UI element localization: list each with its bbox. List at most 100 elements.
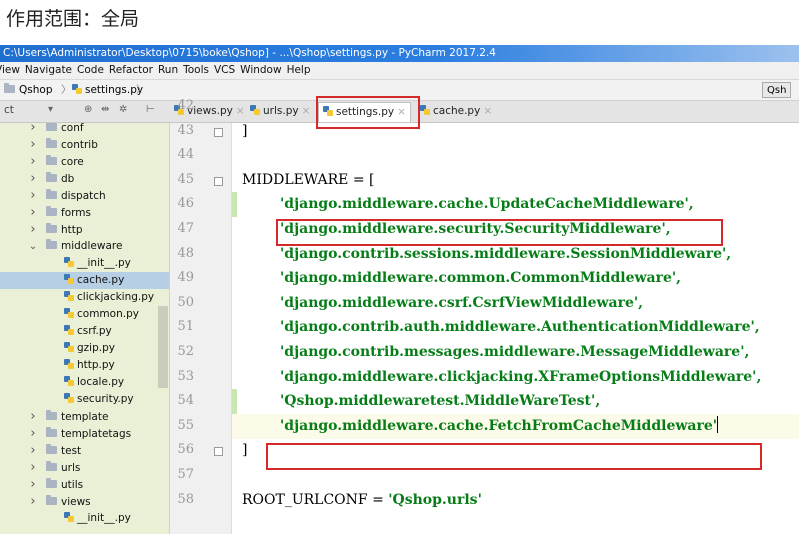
code-line[interactable]: 'django.middleware.security.SecurityMidd… — [280, 217, 671, 242]
menu-item-vcs[interactable]: VCS — [214, 62, 235, 79]
tab-settings[interactable]: settings.py × — [318, 102, 411, 122]
tab-urls[interactable]: urls.py × — [246, 102, 314, 122]
python-file-icon — [72, 84, 82, 94]
breadcrumb-project[interactable]: Qshop — [4, 80, 52, 100]
tree-folder-middleware[interactable]: ⌄ middleware — [0, 238, 169, 255]
chevron-right-icon[interactable]: › — [28, 136, 38, 153]
code-string: 'django.middleware.common.CommonMiddlewa… — [280, 270, 682, 287]
menu-item-window[interactable]: Window — [240, 62, 281, 79]
tree-folder-contrib[interactable]: › contrib — [0, 136, 169, 153]
gear-icon[interactable]: ✲ — [119, 104, 127, 115]
code-text: ] — [242, 123, 248, 139]
chevron-right-icon[interactable]: › — [28, 459, 38, 476]
menu-item-tools[interactable]: Tools — [183, 62, 209, 79]
chevron-right-icon[interactable]: › — [28, 476, 38, 493]
tree-folder-templatetags[interactable]: › templatetags — [0, 425, 169, 442]
code-line[interactable]: 'django.middleware.clickjacking.XFrameOp… — [280, 365, 761, 390]
tree-file[interactable]: common.py — [0, 306, 169, 323]
tree-item-label: http — [61, 224, 83, 236]
tree-item-label: db — [61, 173, 75, 185]
menu-item-view[interactable]: View — [0, 62, 20, 79]
fold-marker-icon[interactable] — [214, 127, 223, 137]
tree-folder-views[interactable]: › views — [0, 493, 169, 510]
code-editor[interactable]: 'djcelery',]MIDDLEWARE = ['django.middle… — [232, 123, 799, 534]
tree-file[interactable]: security.py — [0, 391, 169, 408]
chevron-right-icon[interactable]: › — [28, 170, 38, 187]
tree-item-label: middleware — [61, 240, 123, 252]
breadcrumb-file[interactable]: settings.py — [72, 80, 143, 100]
tree-folder-conf[interactable]: › conf — [0, 123, 169, 136]
tree-item-label: __init__.py — [77, 257, 131, 269]
code-line[interactable]: ] — [242, 123, 247, 144]
code-line[interactable]: 'django.middleware.csrf.CsrfViewMiddlewa… — [280, 291, 643, 316]
tree-file[interactable]: clickjacking.py — [0, 289, 169, 306]
folder-icon — [46, 495, 57, 505]
tree-file[interactable]: cache.py — [0, 272, 169, 289]
menu-item-help[interactable]: Help — [287, 62, 311, 79]
tree-folder-template[interactable]: › template — [0, 408, 169, 425]
tree-folder-http[interactable]: › http — [0, 221, 169, 238]
python-file-icon — [64, 257, 74, 267]
chevron-right-icon[interactable]: › — [28, 493, 38, 510]
menu-item-navigate[interactable]: Navigate — [25, 62, 72, 79]
chevron-down-icon[interactable]: ⌄ — [28, 238, 38, 255]
chevron-right-icon[interactable]: › — [28, 123, 38, 136]
python-file-icon — [64, 359, 74, 369]
navigation-bar: Qshop 〉 settings.py 〉 Qsh — [0, 79, 799, 101]
collapse-icon[interactable]: ⇹ — [101, 104, 109, 115]
project-run-button[interactable]: Qsh — [762, 82, 792, 98]
tree-file[interactable]: csrf.py — [0, 323, 169, 340]
tree-folder-urls[interactable]: › urls — [0, 459, 169, 476]
menu-item-refactor[interactable]: Refactor — [109, 62, 153, 79]
tree-folder-core[interactable]: › core — [0, 153, 169, 170]
code-line[interactable]: MIDDLEWARE = [ — [242, 168, 375, 193]
menu-item-run[interactable]: Run — [158, 62, 178, 79]
chevron-right-icon[interactable]: › — [28, 187, 38, 204]
line-number: 55 — [177, 417, 194, 433]
chevron-right-icon[interactable]: › — [28, 221, 38, 238]
code-line[interactable]: 'django.contrib.auth.middleware.Authenti… — [280, 315, 760, 340]
dropdown-arrow-icon[interactable]: ▾ — [48, 104, 53, 115]
chevron-right-icon[interactable]: › — [28, 153, 38, 170]
tab-label: cache.py — [433, 105, 481, 117]
fold-marker-icon[interactable] — [214, 176, 223, 186]
tree-folder-utils[interactable]: › utils — [0, 476, 169, 493]
tree-file[interactable]: gzip.py — [0, 340, 169, 357]
hide-icon[interactable]: ⊢ — [146, 104, 155, 115]
code-line[interactable]: 'django.middleware.common.CommonMiddlewa… — [280, 266, 681, 291]
line-number: 51 — [177, 319, 194, 335]
menu-item-code[interactable]: Code — [77, 62, 104, 79]
folder-icon — [46, 427, 57, 437]
close-icon[interactable]: × — [302, 105, 311, 117]
locate-icon[interactable]: ⊕ — [84, 104, 92, 115]
chevron-right-icon[interactable]: › — [28, 408, 38, 425]
folder-icon — [46, 478, 57, 488]
code-string: 'django.middleware.cache.FetchFromCacheM… — [280, 417, 718, 434]
code-line[interactable]: 'django.contrib.sessions.middleware.Sess… — [280, 242, 731, 267]
tree-file[interactable]: http.py — [0, 357, 169, 374]
code-line[interactable]: 'django.middleware.cache.UpdateCacheMidd… — [280, 192, 694, 217]
tree-file[interactable]: __init__.py — [0, 255, 169, 272]
close-icon[interactable]: × — [236, 105, 245, 117]
close-icon[interactable]: × — [397, 106, 406, 118]
folder-icon — [46, 239, 57, 249]
code-line[interactable]: 'django.contrib.messages.middleware.Mess… — [280, 340, 749, 365]
tree-folder-dispatch[interactable]: › dispatch — [0, 187, 169, 204]
chevron-right-icon[interactable]: › — [28, 442, 38, 459]
chevron-right-icon[interactable]: › — [28, 425, 38, 442]
python-file-icon — [250, 105, 260, 115]
tree-folder-db[interactable]: › db — [0, 170, 169, 187]
tree-file[interactable]: locale.py — [0, 374, 169, 391]
fold-marker-icon[interactable] — [214, 447, 223, 457]
tree-folder-forms[interactable]: › forms — [0, 204, 169, 221]
line-number: 53 — [177, 368, 194, 384]
code-line[interactable]: ] — [242, 438, 247, 463]
code-line[interactable]: 'Qshop.middlewaretest.MiddleWareTest', — [280, 389, 600, 414]
tree-folder-test[interactable]: › test — [0, 442, 169, 459]
chevron-right-icon[interactable]: › — [28, 204, 38, 221]
code-line[interactable]: ROOT_URLCONF = 'Qshop.urls' — [242, 488, 482, 513]
tree-file[interactable]: __init__.py — [0, 510, 169, 527]
tab-cache[interactable]: cache.py × — [416, 102, 496, 122]
close-icon[interactable]: × — [483, 105, 492, 117]
code-line[interactable]: 'django.middleware.cache.FetchFromCacheM… — [280, 414, 719, 439]
